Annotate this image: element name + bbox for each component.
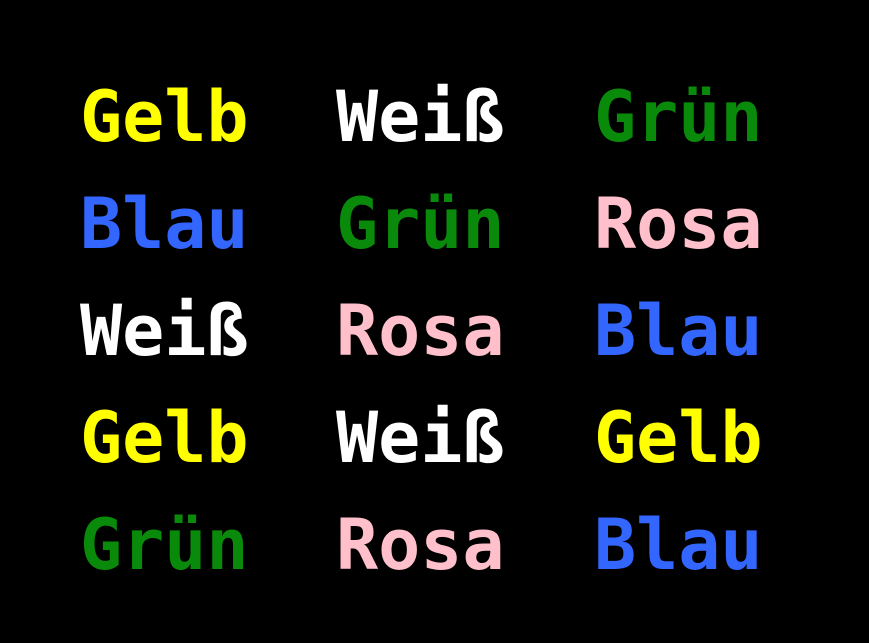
color-word-grid: Gelb Weiß Grün Blau Grün Rosa Weiß Rosa … — [0, 0, 869, 643]
word-r2-c3: Rosa — [594, 183, 763, 265]
word-r4-c2: Weiß — [336, 397, 505, 479]
word-r4-c1: Gelb — [80, 397, 249, 479]
word-r3-c2: Rosa — [336, 290, 505, 372]
word-r5-c1: Grün — [80, 504, 249, 586]
word-r1-c1: Gelb — [80, 76, 249, 158]
word-r3-c1: Weiß — [80, 290, 249, 372]
word-r5-c2: Rosa — [336, 504, 505, 586]
word-r4-c3: Gelb — [594, 397, 763, 479]
word-r2-c1: Blau — [80, 183, 249, 265]
word-r1-c2: Weiß — [336, 76, 505, 158]
word-r2-c2: Grün — [336, 183, 505, 265]
word-r1-c3: Grün — [594, 76, 763, 158]
word-r5-c3: Blau — [594, 504, 763, 586]
word-r3-c3: Blau — [594, 290, 763, 372]
